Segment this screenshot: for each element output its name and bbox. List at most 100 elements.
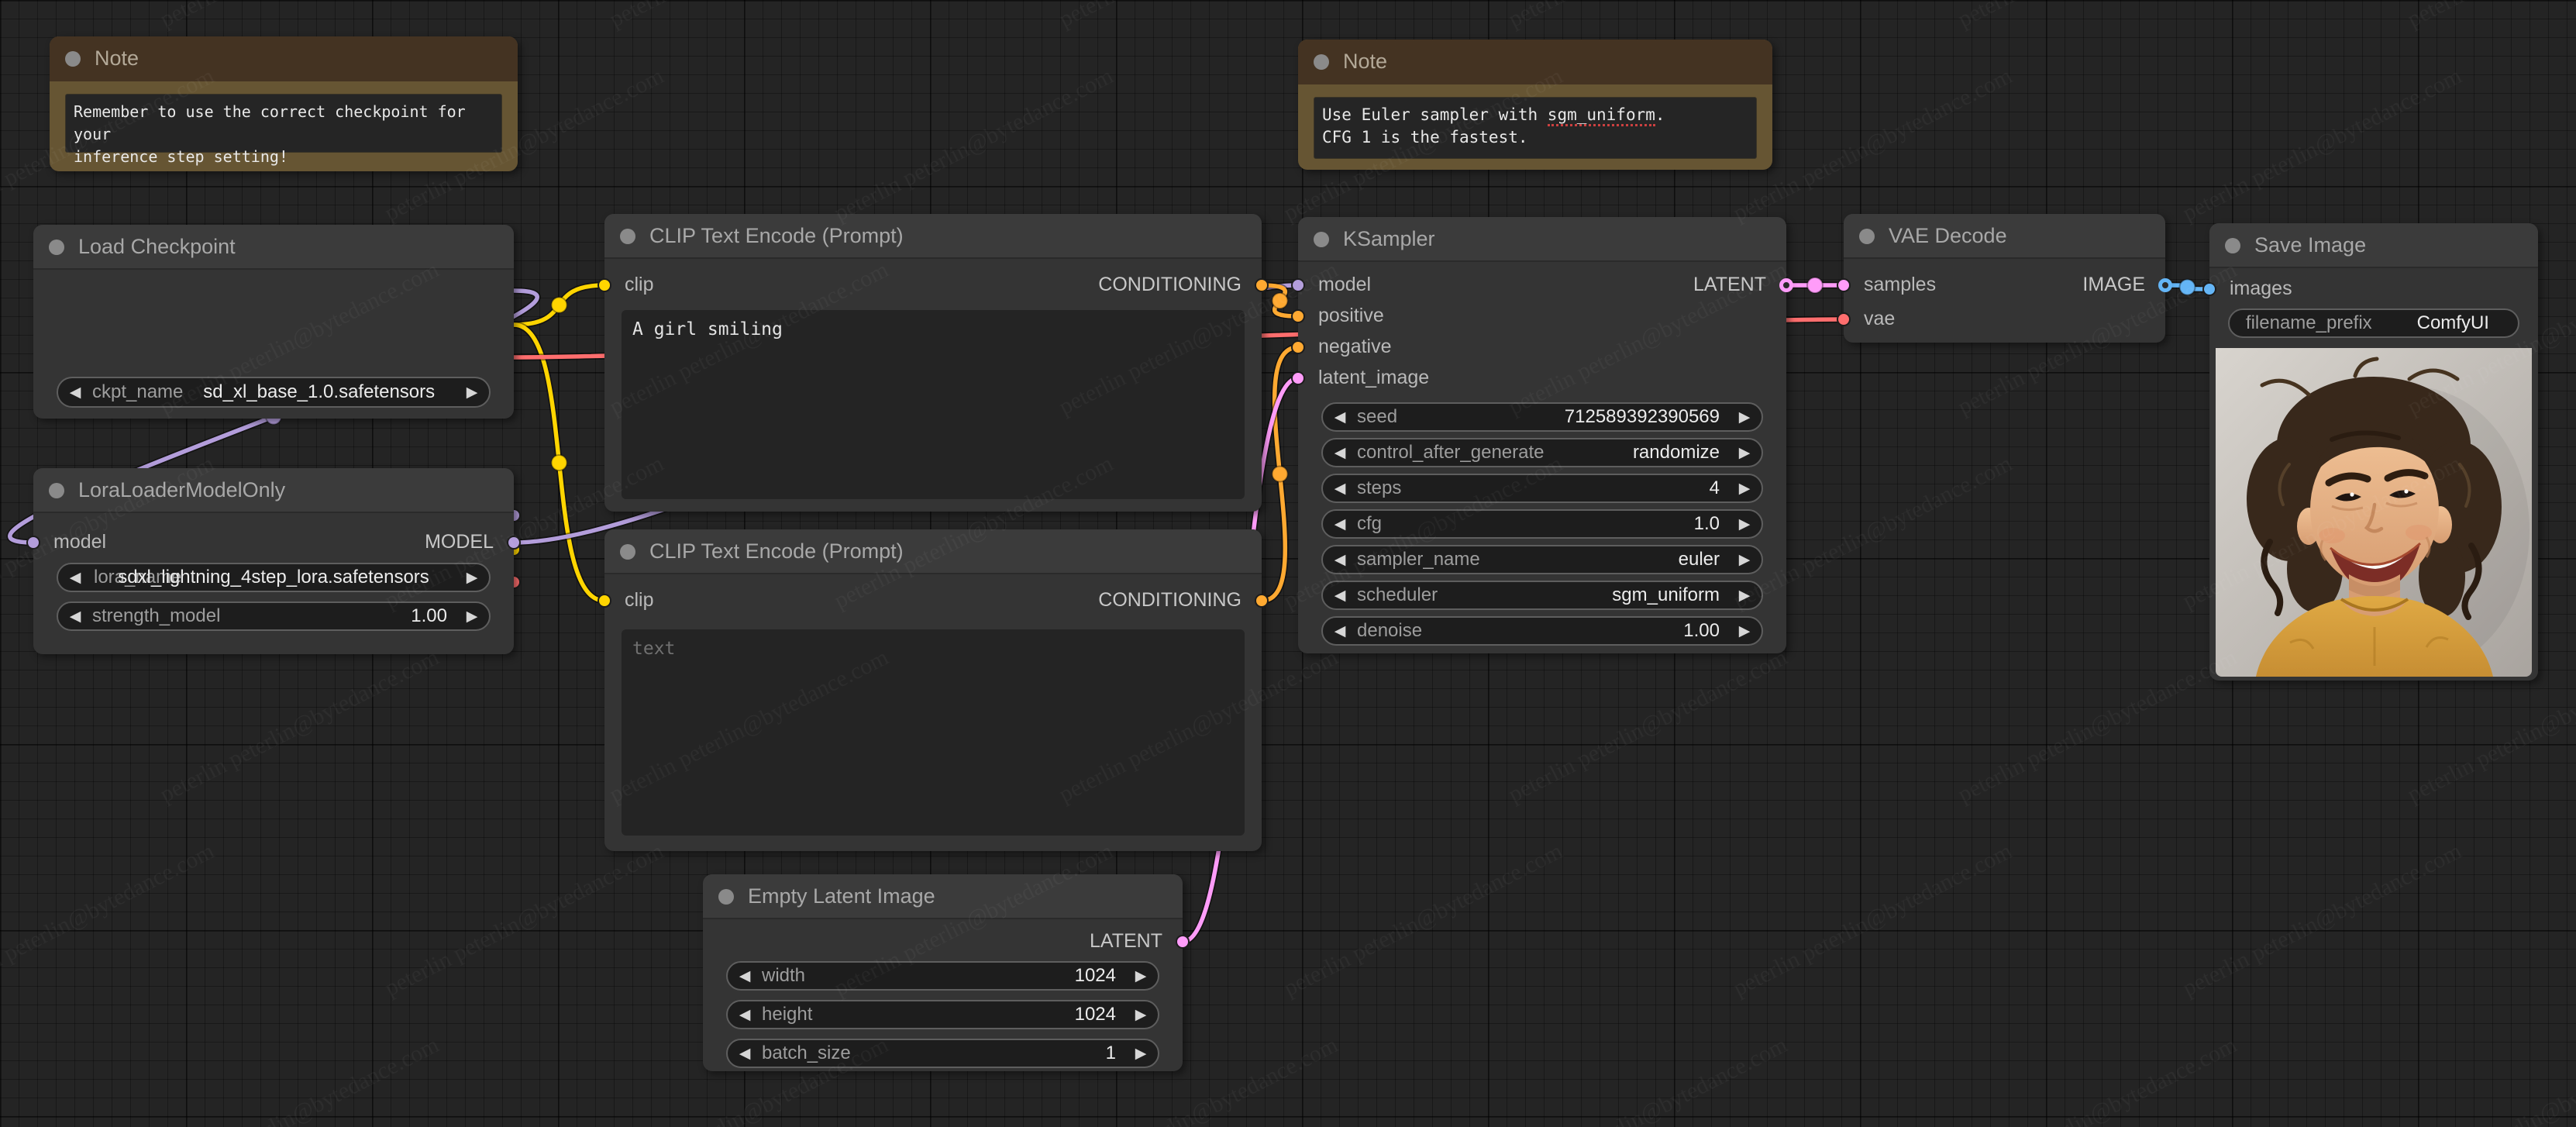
prompt-textarea[interactable]: A girl smiling bbox=[622, 310, 1245, 499]
note-title-bar[interactable]: Note bbox=[1298, 40, 1772, 84]
increment-arrow-icon[interactable]: ▶ bbox=[1727, 622, 1762, 639]
note-text[interactable]: Use Euler sampler with sgm_uniform. CFG 1… bbox=[1314, 97, 1757, 159]
decrement-arrow-icon[interactable]: ◀ bbox=[728, 1045, 762, 1062]
node-title-bar[interactable]: CLIP Text Encode (Prompt) bbox=[604, 214, 1262, 259]
output-slot-model[interactable]: MODEL bbox=[425, 531, 521, 553]
increment-arrow-icon[interactable]: ▶ bbox=[1727, 480, 1762, 497]
batch-size-widget[interactable]: ◀ batch_size 1 ▶ bbox=[726, 1039, 1159, 1068]
input-slot-clip[interactable]: clip bbox=[598, 589, 654, 612]
output-slot-conditioning[interactable]: CONDITIONING bbox=[1098, 274, 1269, 296]
decrement-arrow-icon[interactable]: ◀ bbox=[1323, 515, 1357, 532]
node-title-bar[interactable]: Load Checkpoint bbox=[33, 225, 514, 270]
conditioning-port-icon[interactable] bbox=[1291, 340, 1305, 354]
collapse-dot-icon[interactable] bbox=[718, 889, 734, 905]
collapse-dot-icon[interactable] bbox=[65, 51, 81, 67]
input-slot-clip[interactable]: clip bbox=[598, 274, 654, 296]
decrement-arrow-icon[interactable]: ◀ bbox=[58, 384, 92, 401]
increment-arrow-icon[interactable]: ▶ bbox=[455, 608, 489, 625]
increment-arrow-icon[interactable]: ▶ bbox=[1727, 587, 1762, 604]
input-slot-vae[interactable]: vae bbox=[1837, 308, 1895, 330]
decrement-arrow-icon[interactable]: ◀ bbox=[1323, 622, 1357, 639]
node-clip-text-encode-negative[interactable]: CLIP Text Encode (Prompt) clip CONDITION… bbox=[598, 529, 1269, 851]
input-slot-model[interactable]: model bbox=[26, 531, 106, 553]
prompt-textarea[interactable]: text bbox=[622, 629, 1245, 836]
decrement-arrow-icon[interactable]: ◀ bbox=[58, 569, 92, 587]
model-port-icon[interactable] bbox=[507, 536, 521, 550]
node-title-bar[interactable]: KSampler bbox=[1298, 217, 1786, 262]
collapse-dot-icon[interactable] bbox=[49, 240, 64, 255]
input-slot-positive[interactable]: positive bbox=[1291, 305, 1384, 327]
input-slot-samples[interactable]: samples bbox=[1837, 274, 1936, 296]
decrement-arrow-icon[interactable]: ◀ bbox=[1323, 480, 1357, 497]
vae-port-icon[interactable] bbox=[1837, 312, 1851, 326]
increment-arrow-icon[interactable]: ▶ bbox=[455, 569, 489, 587]
seed-widget[interactable]: ◀ seed 712589392390569 ▶ bbox=[1321, 402, 1763, 432]
cfg-widget[interactable]: ◀ cfg 1.0 ▶ bbox=[1321, 509, 1763, 539]
latent-port-icon[interactable] bbox=[1291, 371, 1305, 385]
note-title-bar[interactable]: Note bbox=[50, 36, 518, 81]
increment-arrow-icon[interactable]: ▶ bbox=[1727, 408, 1762, 426]
node-note-right[interactable]: Note Use Euler sampler with sgm_uniform.… bbox=[1298, 40, 1772, 170]
lora-name-widget[interactable]: ◀ lora_name sdxl_lightning_4step_lora.sa… bbox=[57, 563, 491, 592]
output-slot-latent[interactable]: LATENT bbox=[1090, 930, 1190, 953]
input-slot-model[interactable]: model bbox=[1291, 274, 1371, 296]
decrement-arrow-icon[interactable]: ◀ bbox=[1323, 444, 1357, 461]
denoise-widget[interactable]: ◀ denoise 1.00 ▶ bbox=[1321, 616, 1763, 646]
increment-arrow-icon[interactable]: ▶ bbox=[1727, 515, 1762, 532]
steps-widget[interactable]: ◀ steps 4 ▶ bbox=[1321, 474, 1763, 503]
increment-arrow-icon[interactable]: ▶ bbox=[455, 384, 489, 401]
decrement-arrow-icon[interactable]: ◀ bbox=[58, 608, 92, 625]
increment-arrow-icon[interactable]: ▶ bbox=[1124, 967, 1158, 984]
node-title-bar[interactable]: LoraLoaderModelOnly bbox=[33, 468, 514, 513]
conditioning-port-icon[interactable] bbox=[1291, 309, 1305, 323]
model-port-icon[interactable] bbox=[26, 536, 40, 550]
collapse-dot-icon[interactable] bbox=[2225, 238, 2240, 253]
input-slot-negative[interactable]: negative bbox=[1291, 336, 1392, 358]
increment-arrow-icon[interactable]: ▶ bbox=[1124, 1006, 1158, 1023]
latent-port-icon[interactable] bbox=[1176, 935, 1190, 949]
model-port-icon[interactable] bbox=[1291, 278, 1305, 292]
control-after-generate-widget[interactable]: ◀ control_after_generate randomize ▶ bbox=[1321, 438, 1763, 467]
node-note-left[interactable]: Note Remember to use the correct checkpo… bbox=[50, 36, 518, 171]
ckpt-name-widget[interactable]: ◀ ckpt_name sd_xl_base_1.0.safetensors ▶ bbox=[57, 377, 491, 408]
decrement-arrow-icon[interactable]: ◀ bbox=[1323, 408, 1357, 426]
output-slot-conditioning[interactable]: CONDITIONING bbox=[1098, 589, 1269, 612]
node-title-bar[interactable]: CLIP Text Encode (Prompt) bbox=[604, 529, 1262, 574]
clip-port-icon[interactable] bbox=[598, 278, 611, 292]
collapse-dot-icon[interactable] bbox=[1314, 232, 1329, 247]
collapse-dot-icon[interactable] bbox=[49, 483, 64, 498]
node-title-bar[interactable]: Empty Latent Image bbox=[703, 874, 1183, 919]
clip-port-icon[interactable] bbox=[598, 594, 611, 608]
sampler-name-widget[interactable]: ◀ sampler_name euler ▶ bbox=[1321, 545, 1763, 574]
node-lora-loader[interactable]: LoraLoaderModelOnly model MODEL ◀ lora_n… bbox=[26, 468, 521, 654]
node-empty-latent-image[interactable]: Empty Latent Image LATENT ◀ width 1024 ▶… bbox=[703, 874, 1190, 1071]
output-slot-latent[interactable]: LATENT bbox=[1693, 274, 1793, 296]
height-widget[interactable]: ◀ height 1024 ▶ bbox=[726, 1000, 1159, 1029]
filename-prefix-widget[interactable]: filename_prefix ComfyUI bbox=[2228, 308, 2519, 338]
input-slot-latent-image[interactable]: latent_image bbox=[1291, 367, 1429, 389]
note-text[interactable]: Remember to use the correct checkpoint f… bbox=[65, 94, 502, 166]
decrement-arrow-icon[interactable]: ◀ bbox=[1323, 587, 1357, 604]
width-widget[interactable]: ◀ width 1024 ▶ bbox=[726, 961, 1159, 991]
decrement-arrow-icon[interactable]: ◀ bbox=[1323, 551, 1357, 568]
node-title-bar[interactable]: Save Image bbox=[2209, 223, 2538, 268]
collapse-dot-icon[interactable] bbox=[620, 229, 635, 244]
node-save-image[interactable]: Save Image images filename_prefix ComfyU… bbox=[2202, 223, 2538, 681]
decrement-arrow-icon[interactable]: ◀ bbox=[728, 1006, 762, 1023]
node-vae-decode[interactable]: VAE Decode samples vae IMAGE bbox=[1837, 214, 2172, 343]
increment-arrow-icon[interactable]: ▶ bbox=[1727, 551, 1762, 568]
conditioning-port-icon[interactable] bbox=[1255, 594, 1269, 608]
output-slot-image[interactable]: IMAGE bbox=[2082, 274, 2172, 296]
image-port-icon[interactable] bbox=[2202, 282, 2216, 296]
node-load-checkpoint[interactable]: Load Checkpoint MODEL CLIP VAE ◀ ckpt_na… bbox=[33, 225, 521, 592]
node-clip-text-encode-positive[interactable]: CLIP Text Encode (Prompt) clip CONDITION… bbox=[598, 214, 1269, 512]
strength-model-widget[interactable]: ◀ strength_model 1.00 ▶ bbox=[57, 601, 491, 631]
conditioning-port-icon[interactable] bbox=[1255, 278, 1269, 292]
scheduler-widget[interactable]: ◀ scheduler sgm_uniform ▶ bbox=[1321, 581, 1763, 610]
collapse-dot-icon[interactable] bbox=[1859, 229, 1875, 244]
input-slot-images[interactable]: images bbox=[2202, 277, 2292, 300]
collapse-dot-icon[interactable] bbox=[620, 544, 635, 560]
node-ksampler[interactable]: KSampler model positive negative latent_… bbox=[1291, 217, 1793, 653]
increment-arrow-icon[interactable]: ▶ bbox=[1727, 444, 1762, 461]
increment-arrow-icon[interactable]: ▶ bbox=[1124, 1045, 1158, 1062]
